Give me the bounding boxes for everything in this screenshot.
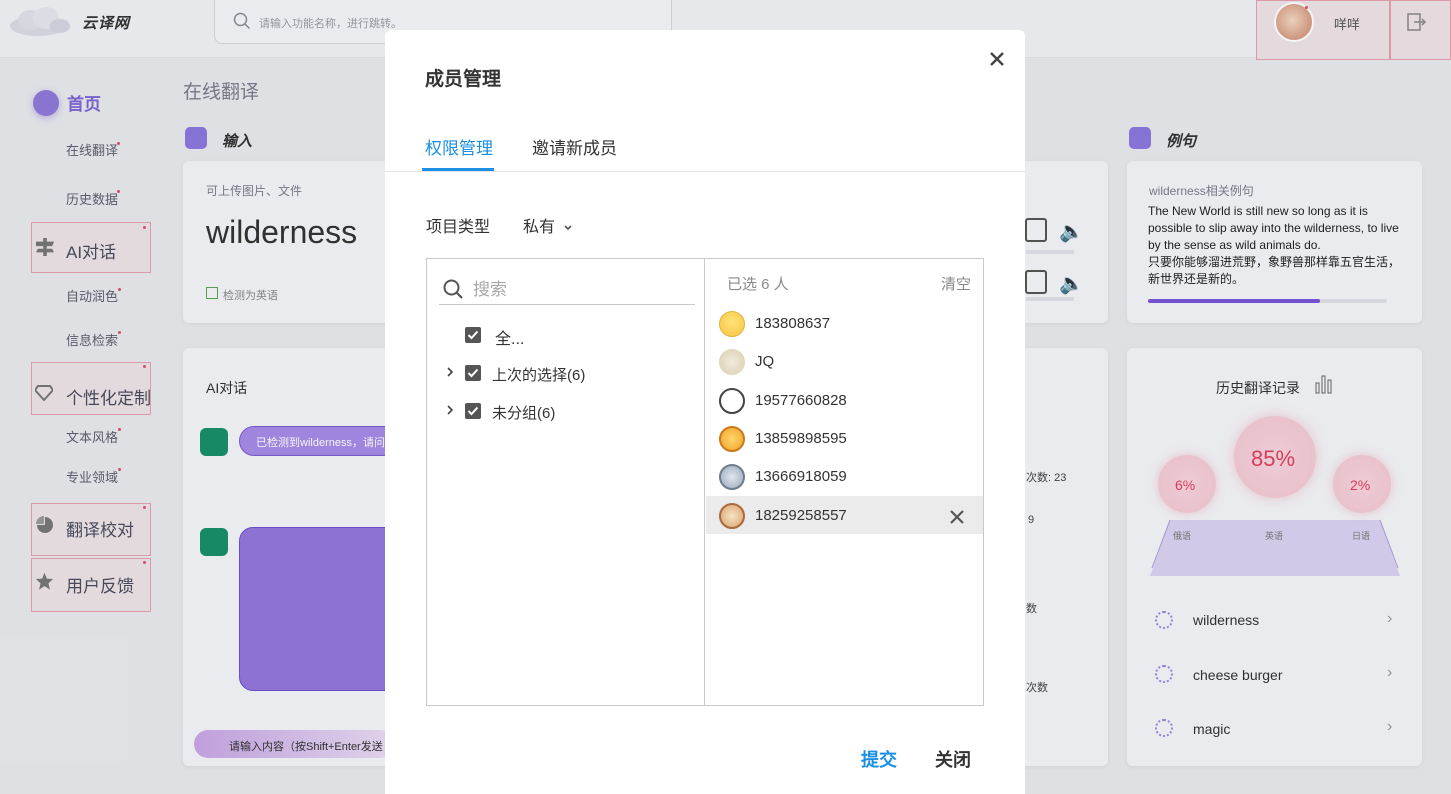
member-avatar xyxy=(719,388,745,414)
member-search-input[interactable]: 搜索 xyxy=(439,267,695,305)
member-management-dialog: 成员管理 权限管理 邀请新成员 项目类型 私有 搜索 全... 上次的选择(6)… xyxy=(385,30,1025,794)
tree-item-ungrouped[interactable]: 未分组(6) xyxy=(492,402,555,423)
submit-button[interactable]: 提交 xyxy=(861,746,897,772)
close-icon[interactable] xyxy=(986,48,1008,70)
chevron-right-icon[interactable] xyxy=(445,404,455,416)
member-avatar xyxy=(719,464,745,490)
checkbox-last-selection[interactable] xyxy=(465,365,481,381)
selected-count: 已选 6 人 xyxy=(727,276,789,293)
member-name: JQ xyxy=(755,353,775,370)
member-avatar xyxy=(719,503,745,529)
member-tree-panel: 搜索 全... 上次的选择(6) 未分组(6) xyxy=(427,259,705,705)
search-icon xyxy=(443,279,463,299)
dialog-title: 成员管理 xyxy=(425,69,502,90)
tree-item-all[interactable]: 全... xyxy=(495,325,524,349)
project-type-label: 项目类型 xyxy=(426,219,491,236)
project-type-value: 私有 xyxy=(523,219,556,236)
member-avatar xyxy=(719,349,745,375)
tab-divider xyxy=(385,171,1025,172)
clear-button[interactable]: 清空 xyxy=(941,273,971,294)
member-search-placeholder: 搜索 xyxy=(473,280,507,299)
member-avatar xyxy=(719,311,745,337)
member-name: 19577660828 xyxy=(755,392,847,409)
member-name: 18259258557 xyxy=(755,507,847,524)
checkbox-all[interactable] xyxy=(465,327,481,343)
chevron-down-icon xyxy=(564,225,573,231)
close-button[interactable]: 关闭 xyxy=(935,746,971,772)
member-name: 13666918059 xyxy=(755,468,847,485)
remove-member-icon[interactable] xyxy=(949,509,965,525)
checkbox-ungrouped[interactable] xyxy=(465,403,481,419)
member-avatar xyxy=(719,426,745,452)
chevron-right-icon[interactable] xyxy=(445,366,455,378)
member-name: 13859898595 xyxy=(755,430,847,447)
tab-permissions[interactable]: 权限管理 xyxy=(425,134,493,159)
selected-members-panel: 已选 6 人 清空 183808637 JQ 19577660828 13859… xyxy=(706,259,983,705)
member-transfer: 搜索 全... 上次的选择(6) 未分组(6) 已选 6 人 清空 183808… xyxy=(426,258,984,706)
member-name: 183808637 xyxy=(755,315,831,332)
tree-item-last-selection[interactable]: 上次的选择(6) xyxy=(492,364,585,385)
tab-invite[interactable]: 邀请新成员 xyxy=(532,134,617,159)
project-type-select[interactable]: 私有 xyxy=(523,213,573,237)
